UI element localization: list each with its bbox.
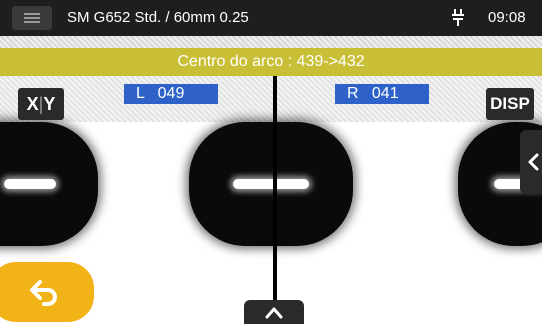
xy-x-label: X: [26, 94, 39, 114]
left-position-label: L 049: [124, 84, 218, 104]
side-panel-toggle[interactable]: [520, 130, 542, 194]
status-band: [0, 36, 542, 48]
center-line: [273, 76, 277, 320]
xy-y-label: Y: [43, 94, 56, 114]
fiber-left-outer: [0, 122, 98, 246]
fiber-core-left-outer: [4, 179, 56, 189]
chevron-left-icon: [528, 153, 539, 171]
fiber-left: [189, 122, 353, 246]
xy-toggle-button[interactable]: X|Y: [18, 88, 64, 120]
bottom-panel-toggle[interactable]: [244, 300, 304, 324]
disp-button[interactable]: DISP: [486, 88, 534, 120]
chevron-up-icon: [265, 307, 283, 319]
fiber-core-left: [233, 179, 309, 189]
plug-icon: [452, 9, 464, 26]
top-bar: SM G652 Std. / 60mm 0.25 09:08: [0, 0, 542, 36]
menu-button[interactable]: [12, 6, 52, 30]
back-button[interactable]: [0, 262, 94, 322]
clock: 09:08: [488, 9, 526, 26]
page-title: SM G652 Std. / 60mm 0.25: [67, 9, 249, 26]
arc-center-banner: Centro do arco : 439->432: [0, 48, 542, 76]
hamburger-menu-icon: [24, 13, 40, 15]
right-position-label: R 041: [335, 84, 429, 104]
back-arrow-icon: [30, 280, 57, 306]
view-pattern-strip: [0, 76, 542, 122]
